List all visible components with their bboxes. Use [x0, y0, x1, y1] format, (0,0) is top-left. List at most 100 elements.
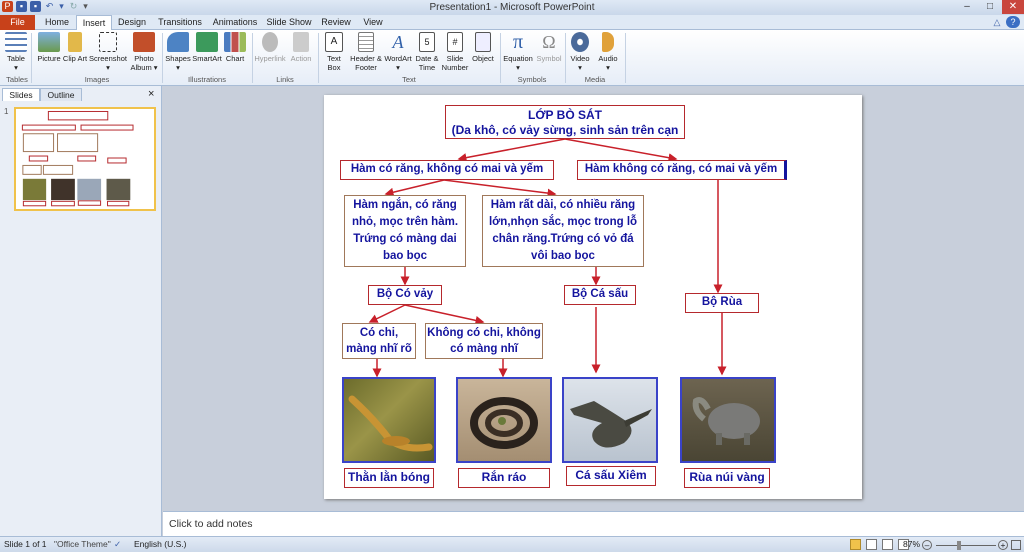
- slide-number-button[interactable]: # Slide Number: [440, 32, 470, 72]
- order-scaly-box[interactable]: Bộ Có vảy: [368, 285, 442, 305]
- picture-icon: [38, 32, 60, 52]
- thumbnail-diagram: [21, 110, 134, 207]
- slide-thumbnail[interactable]: [14, 107, 156, 211]
- zoom-slider-thumb[interactable]: [957, 541, 961, 550]
- smartart-icon: [196, 32, 218, 52]
- group-links-label: Links: [276, 75, 294, 84]
- minimize-ribbon-icon[interactable]: △: [990, 15, 1004, 30]
- snake-image[interactable]: [456, 377, 552, 463]
- group-symbols-label: Symbols: [517, 75, 547, 84]
- title-box[interactable]: LỚP BÒ SÁT (Da khô, có vảy sừng, sinh sả…: [445, 105, 685, 139]
- spell-check-icon[interactable]: ✓: [114, 537, 121, 552]
- no-legs-box[interactable]: Không có chi, không có màng nhĩ: [425, 323, 543, 359]
- snake-icon: [470, 397, 538, 449]
- tab-review[interactable]: Review: [318, 15, 354, 30]
- tab-slide-show[interactable]: Slide Show: [265, 15, 313, 30]
- title-line-1: LỚP BÒ SÁT: [527, 108, 603, 122]
- help-icon[interactable]: ?: [1006, 16, 1020, 28]
- wordart-icon: A: [392, 32, 404, 52]
- slide-number-icon: #: [447, 32, 463, 52]
- hyperlink-button[interactable]: Hyperlink: [254, 32, 286, 63]
- picture-button[interactable]: Picture: [34, 32, 64, 63]
- zoom-level[interactable]: 87%: [903, 537, 920, 552]
- slide-sorter-icon[interactable]: [866, 539, 877, 550]
- tab-slides[interactable]: Slides: [2, 88, 40, 101]
- right-branch-box[interactable]: Hàm không có răng, có mai và yếm: [577, 160, 787, 180]
- audio-button[interactable]: Audio ▾: [595, 32, 621, 72]
- notes-placeholder: Click to add notes: [169, 518, 253, 530]
- tab-insert[interactable]: Insert: [76, 15, 112, 31]
- clip-art-icon: [68, 32, 82, 52]
- ribbon-tabs: File Home Insert Design Transitions Anim…: [0, 15, 1024, 31]
- tab-transitions[interactable]: Transitions: [155, 15, 205, 30]
- ribbon: Table ▾ Tables Picture Clip Art Screensho…: [0, 30, 1024, 86]
- language-status[interactable]: English (U.S.): [134, 537, 186, 552]
- normal-view-icon[interactable]: [850, 539, 861, 550]
- photo-album-button[interactable]: Photo Album ▾: [127, 32, 161, 72]
- group-tables-label: Tables: [6, 75, 28, 84]
- window-title: Presentation1 - Microsoft PowerPoint: [429, 2, 595, 13]
- zoom-in-icon[interactable]: +: [998, 540, 1008, 550]
- zoom-out-icon[interactable]: –: [922, 540, 932, 550]
- date-time-button[interactable]: 5 Date & Time: [413, 32, 441, 72]
- audio-icon: [602, 32, 614, 52]
- action-button[interactable]: Action: [287, 32, 315, 63]
- theme-status[interactable]: "Office Theme": [54, 537, 111, 552]
- group-images-label: Images: [84, 75, 110, 84]
- order-turtle-box[interactable]: Bộ Rùa: [685, 293, 759, 313]
- reading-view-icon[interactable]: [882, 539, 893, 550]
- object-button[interactable]: Object: [469, 32, 497, 63]
- text-box-button[interactable]: A Text Box: [320, 32, 348, 72]
- turtle-label[interactable]: Rùa núi vàng: [684, 468, 770, 488]
- turtle-icon: [692, 397, 760, 445]
- short-jaw-box[interactable]: Hàm ngắn, có răng nhỏ, mọc trên hàm. Trứ…: [344, 195, 466, 267]
- photo-album-icon: [133, 32, 155, 52]
- screenshot-button[interactable]: Screenshot ▾: [88, 32, 128, 72]
- tab-animations[interactable]: Animations: [210, 15, 260, 30]
- zoom-slider[interactable]: [936, 545, 996, 546]
- title-bar: P ▪ ▪ ↶ ▾ ↻ ▾ Presentation1 - Microsoft …: [0, 0, 1024, 15]
- group-media-label: Media: [584, 75, 606, 84]
- minimize-button[interactable]: –: [956, 0, 978, 14]
- lizard-label[interactable]: Thằn lằn bóng: [344, 468, 434, 488]
- left-branch-box[interactable]: Hàm có răng, không có mai và yếm: [340, 160, 554, 180]
- clip-art-button[interactable]: Clip Art: [61, 32, 89, 63]
- table-button[interactable]: Table ▾: [1, 32, 31, 72]
- status-bar: Slide 1 of 1 "Office Theme" ✓ English (U…: [0, 536, 1024, 552]
- crocodile-icon: [570, 401, 652, 448]
- tab-file[interactable]: File: [0, 15, 35, 30]
- equation-button[interactable]: π Equation ▾: [501, 32, 535, 72]
- tab-design[interactable]: Design: [114, 15, 150, 30]
- has-legs-box[interactable]: Có chi, màng nhĩ rõ: [342, 323, 416, 359]
- order-crocodile-box[interactable]: Bộ Cá sấu: [564, 285, 636, 305]
- lizard-icon: [348, 395, 433, 452]
- tab-home[interactable]: Home: [40, 15, 74, 30]
- maximize-button[interactable]: □: [979, 0, 1001, 14]
- close-pane-icon[interactable]: ×: [148, 88, 154, 100]
- tab-outline[interactable]: Outline: [40, 88, 82, 101]
- text-box-icon: A: [325, 32, 343, 52]
- crocodile-image[interactable]: [562, 377, 658, 463]
- title-line-2: (Da khô, có vảy sừng, sinh sản trên cạn: [451, 123, 679, 137]
- smartart-button[interactable]: SmartArt: [191, 32, 223, 63]
- chart-button[interactable]: Chart: [222, 32, 248, 63]
- close-button[interactable]: ✕: [1002, 0, 1024, 14]
- symbol-button[interactable]: Ω Symbol: [534, 32, 564, 63]
- slide-canvas[interactable]: LỚP BÒ SÁT (Da khô, có vảy sừng, sinh sả…: [324, 95, 862, 499]
- header-footer-button[interactable]: Header & Footer: [349, 32, 383, 72]
- snake-label[interactable]: Rắn ráo: [458, 468, 550, 488]
- lizard-image[interactable]: [342, 377, 436, 463]
- long-jaw-box[interactable]: Hàm rất dài, có nhiều răng lớn,nhọn sắc,…: [482, 195, 644, 267]
- object-icon: [475, 32, 491, 52]
- table-icon: [5, 32, 27, 52]
- shapes-button[interactable]: Shapes ▾: [163, 32, 193, 72]
- wordart-button[interactable]: A WordArt ▾: [383, 32, 413, 72]
- video-button[interactable]: Video ▾: [567, 32, 593, 72]
- slide-count-status: Slide 1 of 1: [4, 539, 47, 549]
- fit-to-window-icon[interactable]: [1011, 540, 1021, 550]
- notes-pane[interactable]: Click to add notes: [163, 511, 1024, 536]
- crocodile-label[interactable]: Cá sấu Xiêm: [566, 466, 656, 486]
- turtle-image[interactable]: [680, 377, 776, 463]
- tab-view[interactable]: View: [358, 15, 388, 30]
- action-icon: [293, 32, 309, 52]
